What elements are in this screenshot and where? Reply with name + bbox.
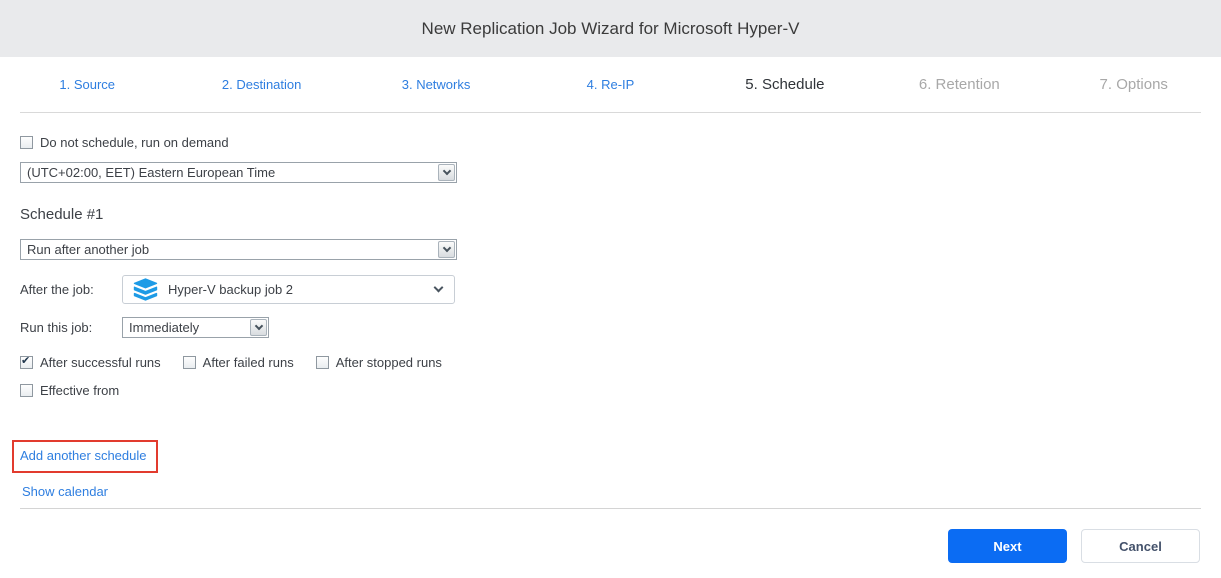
schedule-type-value: Run after another job (27, 242, 150, 257)
after-successful-runs-checkbox[interactable] (20, 355, 33, 369)
run-this-job-select[interactable]: Immediately (122, 317, 269, 338)
annotation-highlight: Add another schedule (12, 440, 159, 473)
cancel-button[interactable]: Cancel (1081, 529, 1200, 563)
after-stopped-runs-row[interactable]: After stopped runs (315, 355, 442, 370)
wizard-window: New Replication Job Wizard for Microsoft… (0, 0, 1221, 578)
after-successful-runs-row[interactable]: After successful runs (20, 355, 161, 370)
run-conditions-row: After successful runs After failed runs … (20, 355, 1201, 370)
after-failed-runs-checkbox[interactable] (182, 356, 196, 369)
run-this-job-label: Run this job: (20, 320, 93, 335)
effective-from-row[interactable]: Effective from (20, 383, 1201, 398)
after-stopped-runs-checkbox[interactable] (315, 356, 329, 369)
wizard-footer: Next Cancel (0, 508, 1221, 578)
schedule-type-dropdown-arrow-icon[interactable] (438, 241, 455, 258)
add-another-schedule-link[interactable]: Add another schedule (20, 448, 146, 463)
schedule-section-title: Schedule #1 (20, 206, 104, 223)
run-this-job-row: Run this job: Immediately (20, 317, 1201, 338)
do-not-schedule-checkbox[interactable] (20, 136, 33, 149)
after-job-label: After the job: (20, 282, 94, 297)
tab-source[interactable]: 1. Source (0, 77, 174, 92)
after-job-value: Hyper-V backup job 2 (168, 282, 294, 297)
run-this-job-dropdown-arrow-icon[interactable] (250, 319, 267, 336)
tab-options: 7. Options (1099, 76, 1168, 93)
timezone-dropdown-arrow-icon[interactable] (438, 164, 455, 181)
wizard-steps: 1. Source 2. Destination 3. Networks 4. … (0, 57, 1221, 112)
tab-retention: 6. Retention (918, 76, 1000, 93)
schedule-type-select[interactable]: Run after another job (20, 239, 457, 260)
tab-schedule[interactable]: 5. Schedule (698, 76, 872, 93)
after-failed-runs-label: After failed runs (202, 355, 294, 370)
next-button[interactable]: Next (948, 529, 1067, 563)
do-not-schedule-label: Do not schedule, run on demand (40, 135, 229, 150)
after-job-select[interactable]: Hyper-V backup job 2 (122, 275, 455, 304)
tab-networks[interactable]: 3. Networks (349, 77, 523, 92)
after-stopped-runs-label: After stopped runs (335, 355, 442, 370)
effective-from-label: Effective from (40, 383, 120, 398)
timezone-value: (UTC+02:00, EET) Eastern European Time (27, 165, 276, 180)
run-this-job-value: Immediately (129, 320, 200, 335)
do-not-schedule-row[interactable]: Do not schedule, run on demand (20, 135, 1201, 150)
timezone-select[interactable]: (UTC+02:00, EET) Eastern European Time (20, 162, 457, 183)
tab-destination[interactable]: 2. Destination (174, 77, 348, 92)
after-job-row: After the job: Hyper-V backup job 2 (20, 275, 1201, 304)
after-successful-runs-label: After successful runs (40, 355, 161, 370)
wizard-titlebar: New Replication Job Wizard for Microsoft… (0, 0, 1221, 57)
after-failed-runs-row[interactable]: After failed runs (182, 355, 294, 370)
footer-buttons: Next Cancel (0, 509, 1221, 578)
effective-from-checkbox[interactable] (20, 384, 33, 397)
after-job-chevron-down-icon (433, 282, 444, 293)
schedule-step-content: Do not schedule, run on demand (UTC+02:0… (0, 113, 1221, 501)
page-title: New Replication Job Wizard for Microsoft… (421, 18, 800, 38)
show-calendar-link[interactable]: Show calendar (22, 484, 108, 499)
layers-icon (133, 278, 158, 301)
tab-re-ip[interactable]: 4. Re-IP (523, 77, 697, 92)
